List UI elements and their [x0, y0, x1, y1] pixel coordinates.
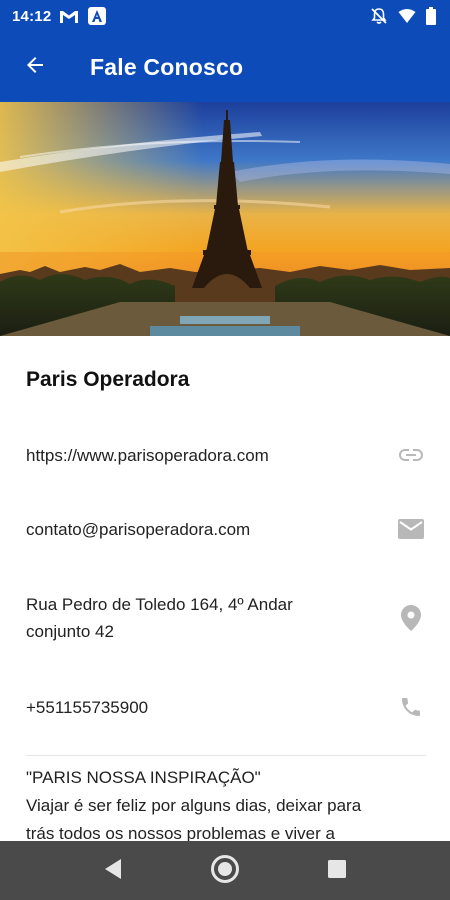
- description-line-2: Viajar é ser feliz por alguns dias, deix…: [26, 796, 362, 815]
- phone-icon[interactable]: [396, 692, 426, 722]
- phone-text[interactable]: +551155735900: [26, 694, 148, 721]
- wifi-icon: [398, 8, 416, 24]
- mute-icon: [370, 7, 388, 25]
- location-pin-icon[interactable]: [396, 603, 426, 633]
- company-name: Paris Operadora: [26, 368, 190, 391]
- status-left: 14:12: [12, 6, 107, 26]
- nav-recents-button[interactable]: [312, 846, 362, 896]
- address-line-2: conjunto 42: [26, 622, 114, 641]
- nav-back-button[interactable]: [88, 846, 138, 896]
- address-row[interactable]: Rua Pedro de Toledo 164, 4º Andar conjun…: [26, 590, 426, 646]
- gmail-icon: [59, 8, 79, 24]
- email-text[interactable]: contato@parisoperadora.com: [26, 516, 250, 543]
- link-icon[interactable]: [396, 440, 426, 470]
- app-bar: Fale Conosco: [0, 32, 450, 102]
- phone-row[interactable]: +551155735900: [26, 692, 426, 722]
- description-line-1: "PARIS NOSSA INSPIRAÇÃO": [26, 768, 261, 787]
- description-line-3: trás todos os nossos problemas e viver a: [26, 824, 335, 841]
- recents-square-icon: [327, 859, 347, 884]
- address-text[interactable]: Rua Pedro de Toledo 164, 4º Andar conjun…: [26, 591, 293, 645]
- email-row[interactable]: contato@parisoperadora.com: [26, 514, 426, 544]
- home-circle-icon: [210, 854, 240, 889]
- page-title: Fale Conosco: [90, 53, 244, 80]
- arrow-back-icon: [23, 53, 47, 82]
- description: "PARIS NOSSA INSPIRAÇÃO" Viajar é ser fe…: [26, 764, 426, 841]
- system-nav-bar: [0, 841, 450, 900]
- status-time: 14:12: [12, 7, 52, 25]
- website-row[interactable]: https://www.parisoperadora.com: [26, 440, 426, 470]
- status-right: [370, 7, 436, 25]
- website-text[interactable]: https://www.parisoperadora.com: [26, 442, 269, 469]
- address-line-1: Rua Pedro de Toledo 164, 4º Andar: [26, 595, 293, 614]
- divider: [26, 755, 426, 756]
- app-a-icon: [87, 6, 107, 26]
- nav-home-button[interactable]: [200, 846, 250, 896]
- contact-content: Paris Operadora https://www.parisoperado…: [0, 336, 450, 841]
- hero-image: [0, 102, 450, 336]
- mail-icon[interactable]: [396, 514, 426, 544]
- back-button[interactable]: [0, 32, 70, 102]
- back-triangle-icon: [103, 858, 123, 885]
- battery-icon: [426, 7, 436, 25]
- status-bar: 14:12: [0, 0, 450, 32]
